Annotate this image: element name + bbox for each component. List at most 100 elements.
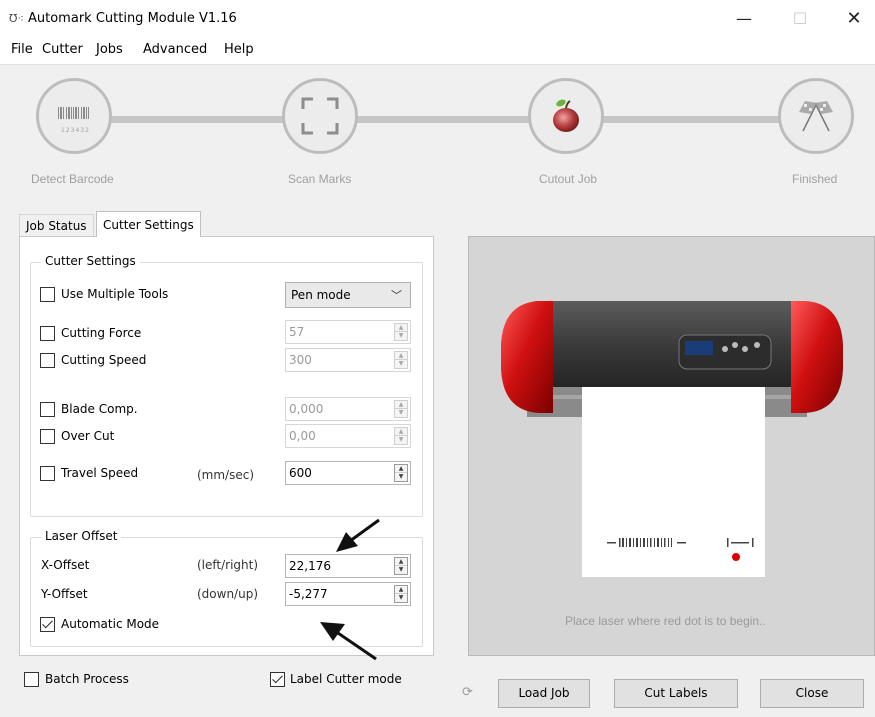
step-label-scan-marks: Scan Marks: [288, 172, 352, 186]
travel-speed-spinner[interactable]: 600 ▲ ▼: [285, 461, 411, 485]
batch-process-label: Batch Process: [45, 672, 129, 686]
y-offset-value: -5,277: [289, 587, 328, 601]
menu-file[interactable]: File: [11, 42, 33, 57]
use-multiple-tools-checkbox[interactable]: [40, 287, 55, 302]
blade-comp-label: Blade Comp.: [61, 402, 138, 416]
refresh-icon[interactable]: ⟳: [462, 685, 473, 700]
cutting-speed-spinner[interactable]: 300 ▲ ▼: [285, 348, 411, 372]
step-label-finished: Finished: [792, 172, 838, 186]
step-cutout-job: [528, 78, 604, 154]
step-finished: [778, 78, 854, 154]
y-offset-spinner[interactable]: -5,277 ▲ ▼: [285, 582, 411, 606]
spin-up-icon[interactable]: ▲: [395, 586, 407, 594]
label-cutter-mode-label: Label Cutter mode: [290, 672, 402, 686]
spin-down-icon[interactable]: ▼: [395, 436, 407, 444]
menu-cutter[interactable]: Cutter: [42, 42, 83, 57]
tool-mode-select[interactable]: Pen mode ﹀: [285, 282, 411, 308]
x-offset-spinner[interactable]: 22,176 ▲ ▼: [285, 554, 411, 578]
cutting-speed-checkbox[interactable]: [40, 353, 55, 368]
menu-help[interactable]: Help: [224, 42, 254, 57]
spin-down-icon[interactable]: ▼: [395, 594, 407, 602]
batch-process-checkbox[interactable]: [24, 672, 39, 687]
spin-buttons[interactable]: ▲ ▼: [394, 400, 408, 418]
over-cut-spinner[interactable]: 0,00 ▲ ▼: [285, 424, 411, 448]
step-scan-marks: [282, 78, 358, 154]
spin-buttons[interactable]: ▲ ▼: [394, 427, 408, 445]
load-job-button[interactable]: Load Job: [498, 679, 590, 708]
y-offset-unit: (down/up): [197, 587, 259, 601]
cutting-force-label: Cutting Force: [61, 326, 142, 340]
cutter-preview: Place laser where red dot is to begin..: [468, 236, 875, 656]
spin-up-icon[interactable]: ▲: [395, 465, 407, 473]
spin-down-icon[interactable]: ▼: [395, 409, 407, 417]
chevron-down-icon: ﹀: [391, 289, 402, 302]
use-multiple-tools-label: Use Multiple Tools: [61, 287, 169, 301]
label-cutter-illustration: [501, 301, 843, 577]
checkered-flags-icon: [799, 101, 833, 132]
x-offset-value: 22,176: [289, 559, 331, 573]
spin-buttons[interactable]: ▲ ▼: [394, 585, 408, 603]
spin-up-icon[interactable]: ▲: [395, 558, 407, 566]
spin-down-icon[interactable]: ▼: [395, 360, 407, 368]
cutter-settings-group-title: Cutter Settings: [41, 254, 140, 268]
spin-down-icon[interactable]: ▼: [395, 473, 407, 481]
travel-speed-value: 600: [289, 466, 312, 480]
cutting-force-spinner[interactable]: 57 ▲ ▼: [285, 320, 411, 344]
cutting-force-checkbox[interactable]: [40, 326, 55, 341]
blade-comp-value: 0,000: [289, 402, 324, 416]
window-title: Automark Cutting Module V1.16: [28, 11, 237, 26]
spin-up-icon[interactable]: ▲: [395, 401, 407, 409]
spin-up-icon[interactable]: ▲: [395, 352, 407, 360]
app-icon: Ʊ⁖: [9, 12, 24, 25]
over-cut-checkbox[interactable]: [40, 429, 55, 444]
blade-comp-spinner[interactable]: 0,000 ▲ ▼: [285, 397, 411, 421]
label-cutter-mode-checkbox[interactable]: [270, 672, 285, 687]
x-offset-unit: (left/right): [197, 558, 259, 572]
scan-frame-icon: [301, 97, 339, 135]
automatic-mode-checkbox[interactable]: [40, 617, 55, 632]
progress-track: [74, 116, 814, 123]
minimize-button[interactable]: —: [722, 6, 766, 32]
tab-cutter-settings[interactable]: Cutter Settings: [96, 211, 201, 237]
blade-comp-checkbox[interactable]: [40, 402, 55, 417]
job-progress-steps: 123432 Detect Barcode Scan Marks Cutout …: [0, 64, 875, 206]
menu-advanced[interactable]: Advanced: [143, 42, 207, 57]
tool-mode-value: Pen mode: [291, 288, 351, 302]
apple-icon: [553, 99, 579, 132]
cutting-force-value: 57: [289, 325, 305, 339]
automatic-mode-label: Automatic Mode: [61, 617, 160, 631]
step-detect-barcode: 123432: [36, 78, 112, 154]
step-label-cutout-job: Cutout Job: [539, 172, 598, 186]
spin-buttons[interactable]: ▲ ▼: [394, 464, 408, 482]
travel-speed-checkbox[interactable]: [40, 466, 55, 481]
barcode-digits: 123432: [61, 127, 90, 134]
y-offset-label: Y-Offset: [41, 587, 88, 601]
spin-up-icon[interactable]: ▲: [395, 428, 407, 436]
spin-down-icon[interactable]: ▼: [395, 566, 407, 574]
maximize-button[interactable]: ☐: [778, 6, 822, 32]
menu-jobs[interactable]: Jobs: [96, 42, 123, 57]
spin-down-icon[interactable]: ▼: [395, 332, 407, 340]
menu-bar: File Cutter Jobs Advanced Help: [0, 36, 875, 64]
preview-instruction: Place laser where red dot is to begin..: [565, 614, 766, 628]
step-label-detect-barcode: Detect Barcode: [31, 172, 114, 186]
spin-buttons[interactable]: ▲ ▼: [394, 323, 408, 341]
cutting-speed-value: 300: [289, 353, 312, 367]
spin-buttons[interactable]: ▲ ▼: [394, 351, 408, 369]
x-offset-label: X-Offset: [41, 558, 90, 572]
close-window-button[interactable]: ✕: [832, 6, 875, 32]
over-cut-value: 0,00: [289, 429, 316, 443]
spin-up-icon[interactable]: ▲: [395, 324, 407, 332]
travel-speed-label: Travel Speed: [61, 466, 139, 480]
tab-job-status[interactable]: Job Status: [19, 214, 94, 237]
cut-labels-button[interactable]: Cut Labels: [614, 679, 738, 708]
close-button[interactable]: Close: [760, 679, 864, 708]
travel-speed-unit: (mm/sec): [197, 468, 255, 482]
barcode-icon: [58, 107, 89, 119]
cutting-speed-label: Cutting Speed: [61, 353, 147, 367]
laser-offset-group-title: Laser Offset: [41, 529, 122, 543]
over-cut-label: Over Cut: [61, 429, 115, 443]
spin-buttons[interactable]: ▲ ▼: [394, 557, 408, 575]
title-bar: Ʊ⁖ Automark Cutting Module V1.16 — ☐ ✕: [0, 0, 875, 36]
red-dot-marker: [732, 553, 740, 561]
